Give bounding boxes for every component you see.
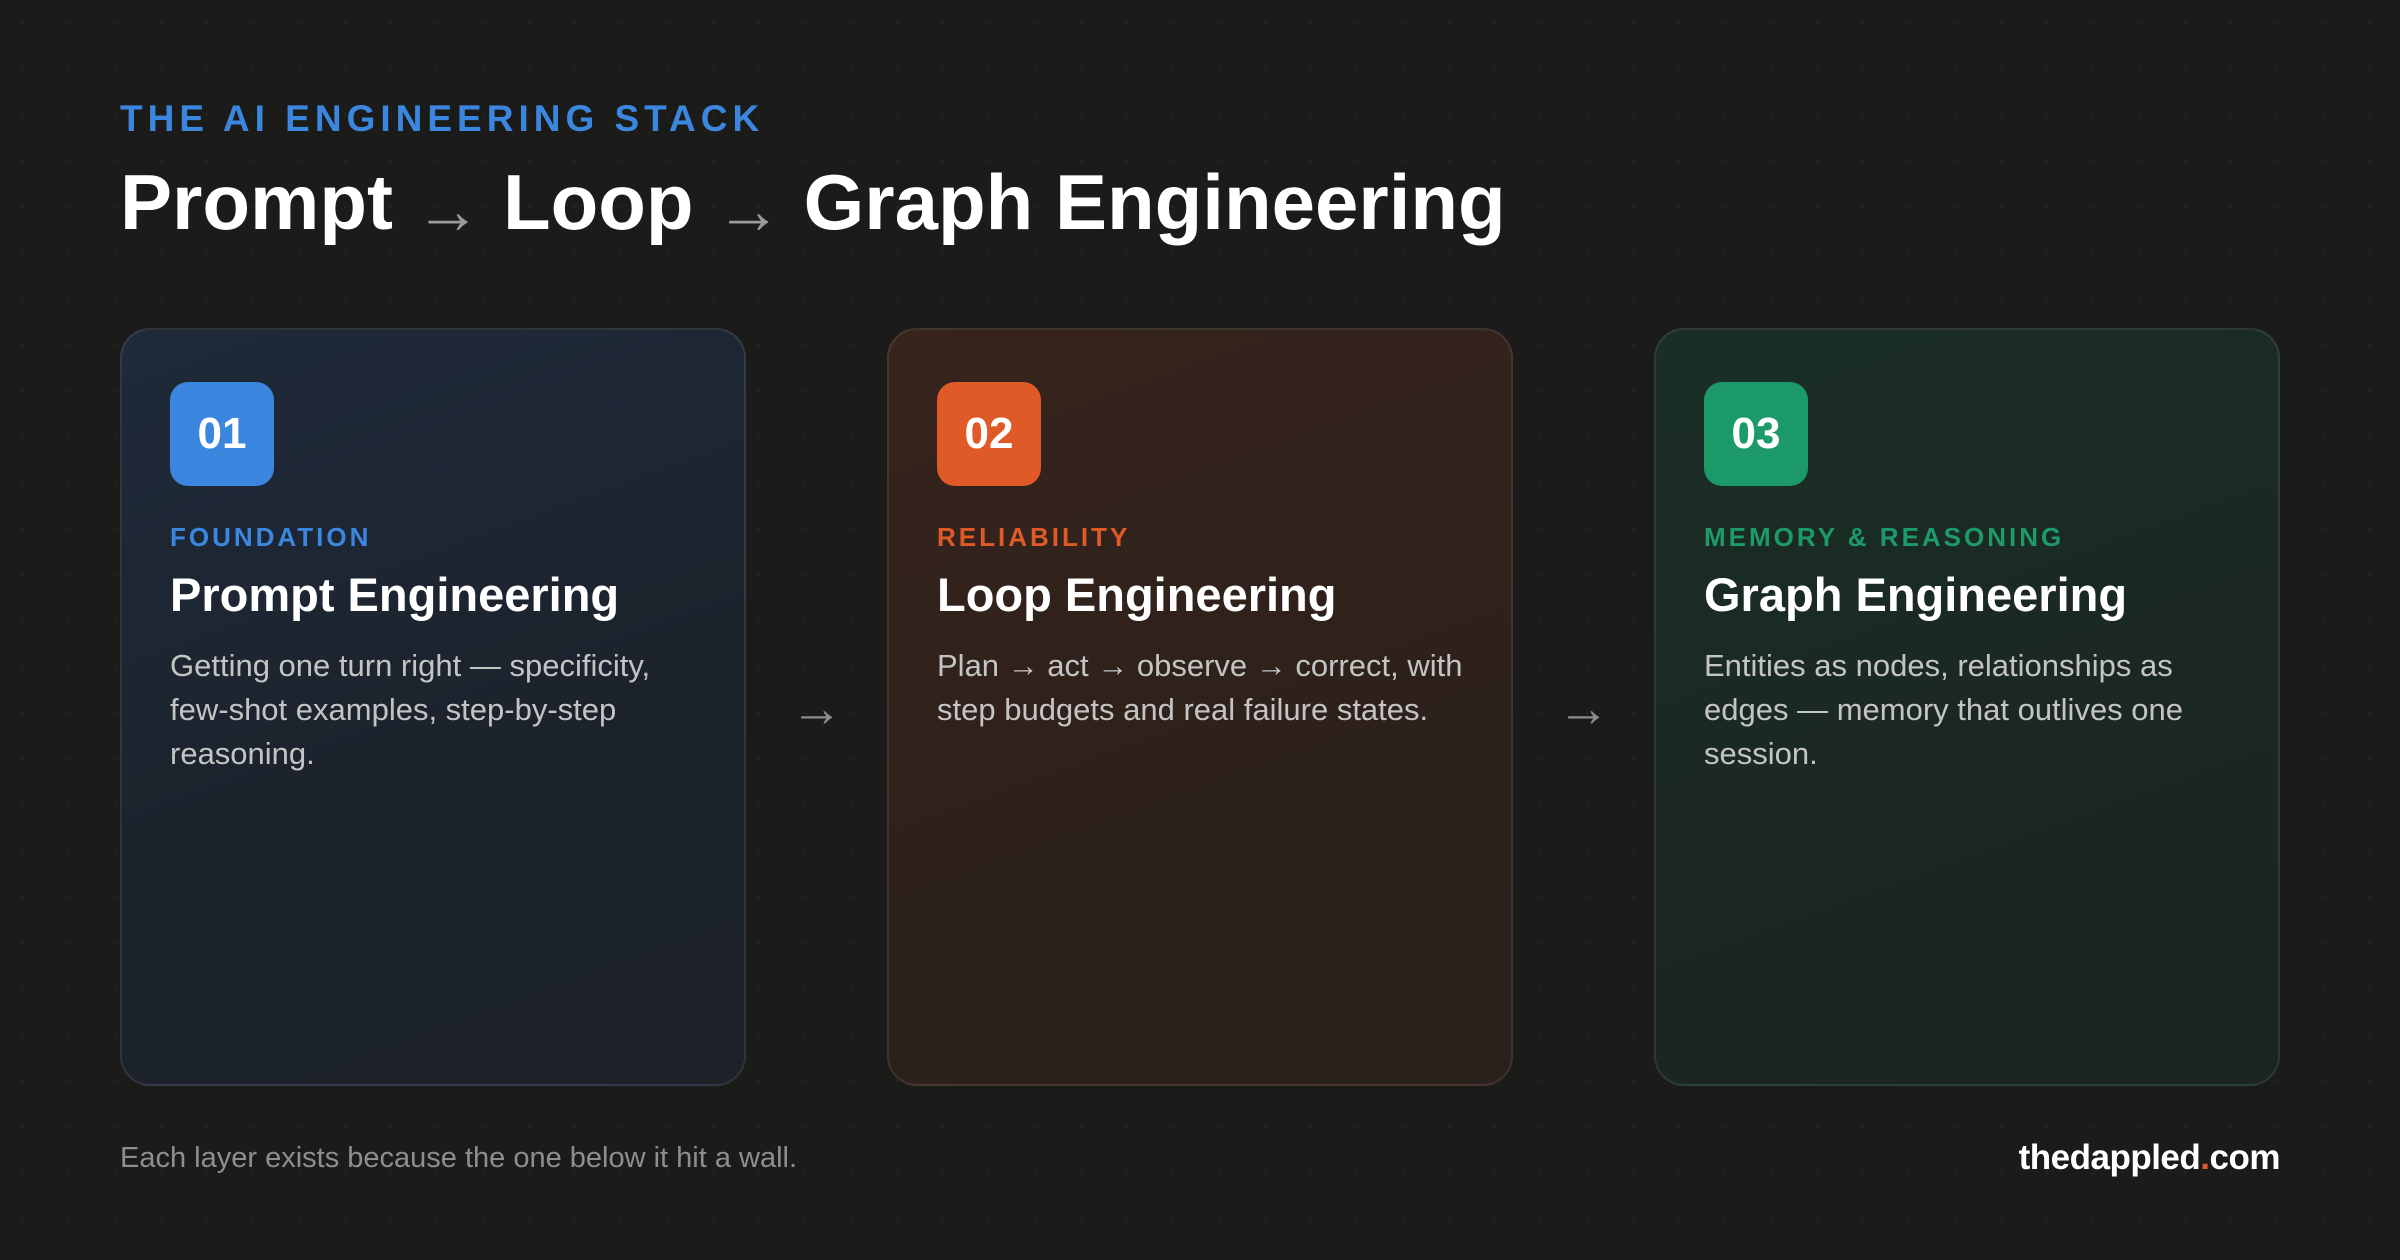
brand-dot: .: [2200, 1138, 2210, 1177]
card-description: Plan → act → observe → correct, with ste…: [937, 648, 1463, 728]
card-kicker: FOUNDATION: [170, 522, 372, 552]
stack-cards: 01 FOUNDATION Prompt Engineering Getting…: [120, 328, 2280, 1088]
brand-tld: com: [2209, 1138, 2281, 1177]
eyebrow-label: THE AI ENGINEERING STACK: [120, 98, 765, 139]
header: THE AI ENGINEERING STACK Prompt → Loop → Gra…: [120, 98, 1506, 243]
step-badge: 01: [170, 382, 274, 486]
card-title: Loop Engineering: [937, 568, 1337, 621]
card-title: Prompt Engineering: [170, 568, 620, 621]
title-arrow-icon: →: [715, 173, 782, 247]
title-part-prompt: Prompt: [120, 158, 393, 246]
title-arrow-icon: →: [415, 173, 481, 247]
arrow-right-icon: →: [790, 680, 843, 738]
page-title: Prompt → Loop → Graph Engineering: [120, 163, 1506, 243]
card-kicker: MEMORY & REASONING: [1704, 522, 2065, 552]
title-part-graph: Graph Engineering: [803, 158, 1506, 246]
card-graph-engineering: 03 MEMORY & REASONING Graph Engineering …: [1654, 328, 2280, 1086]
card-description: Getting one turn right — specificity, fe…: [170, 648, 651, 772]
card-description: Entities as nodes, relationships as edge…: [1704, 648, 2184, 772]
card-title: Graph Engineering: [1704, 568, 2128, 621]
title-part-loop: Loop: [503, 158, 694, 246]
brand-name: thedappled: [2018, 1138, 2201, 1177]
card-prompt-engineering: 01 FOUNDATION Prompt Engineering Getting…: [120, 328, 746, 1086]
footer-note: Each layer exists because the one below …: [120, 1142, 798, 1174]
brand-wordmark[interactable]: thedappled.com: [2018, 1138, 2281, 1177]
card-kicker: RELIABILITY: [937, 522, 1131, 552]
step-badge: 03: [1704, 382, 1808, 486]
step-badge: 02: [937, 382, 1041, 486]
card-loop-engineering: 02 RELIABILITY Loop Engineering Plan → a…: [887, 328, 1513, 1086]
arrow-right-icon: →: [1557, 680, 1610, 738]
